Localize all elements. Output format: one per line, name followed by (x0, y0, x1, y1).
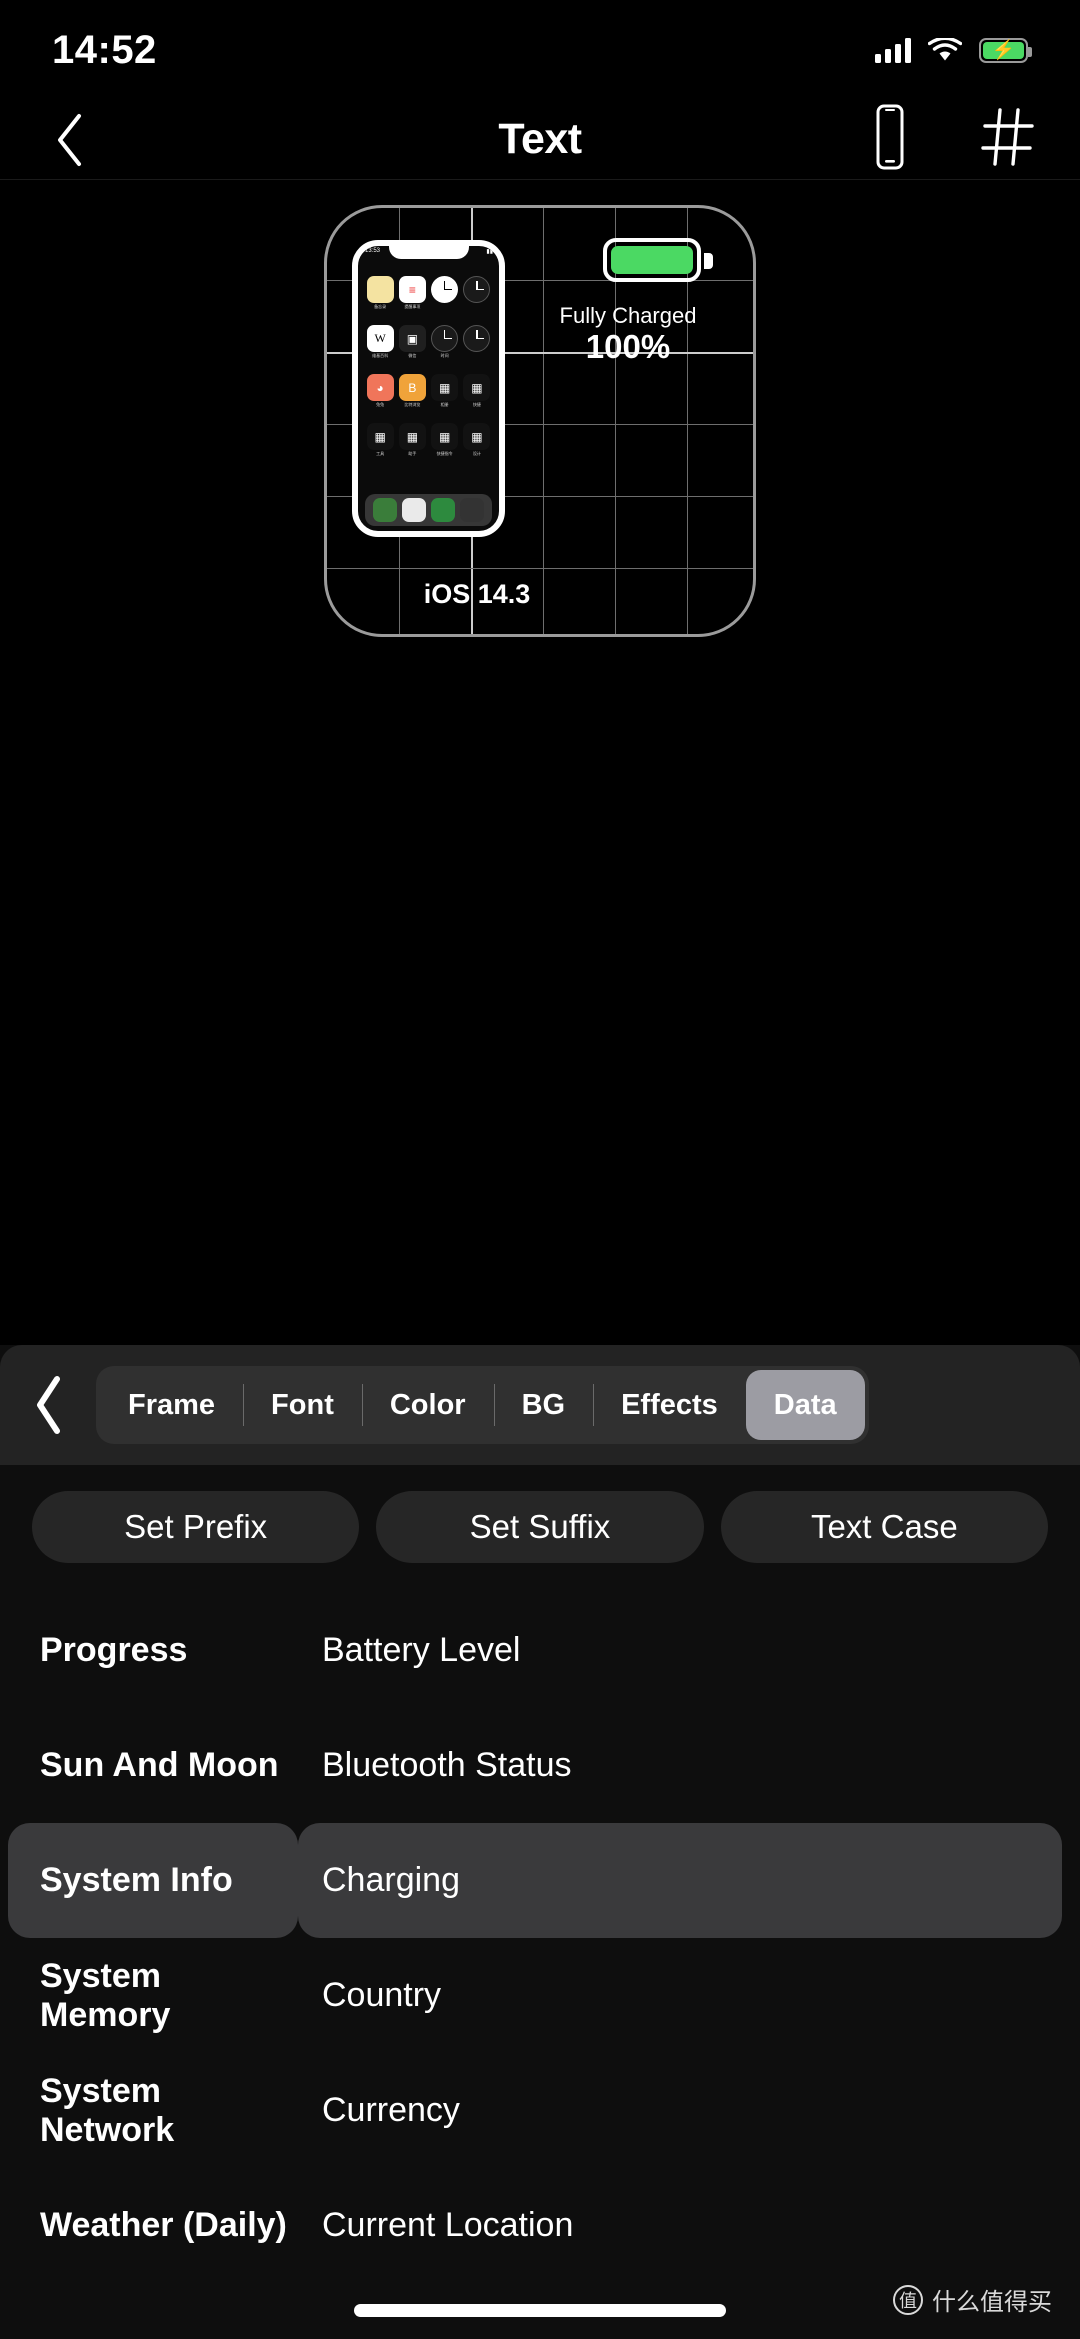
watermark-text: 什么值得买 (932, 2282, 1052, 2317)
home-indicator[interactable] (354, 2304, 726, 2317)
notch (389, 245, 469, 259)
tab-frame[interactable]: Frame (100, 1370, 243, 1440)
bolt-glyph: ⚡ (992, 41, 1016, 60)
data-item-weather-daily[interactable]: Weather (Daily) (8, 2168, 298, 2283)
data-source-list: Progress Battery Level Sun And Moon Blue… (0, 1593, 1080, 2283)
mock-dock (365, 494, 492, 526)
data-item-system-info[interactable]: System Info (8, 1823, 298, 1938)
watermark: 值 什么值得买 (893, 2282, 1052, 2317)
tab-bg[interactable]: BG (494, 1370, 594, 1440)
status-bar-indicators: ⚡ (875, 37, 1028, 63)
data-item-charging[interactable]: Charging (298, 1823, 1062, 1938)
widget-battery-tip (704, 253, 713, 269)
set-prefix-button[interactable]: Set Prefix (32, 1491, 359, 1563)
status-bar-time: 14:52 (52, 28, 157, 73)
table-row: System Network Currency (0, 2053, 1080, 2168)
table-row: System Memory Country (0, 1938, 1080, 2053)
data-item-system-network[interactable]: System Network (8, 2053, 298, 2168)
page-title: Text (0, 115, 1080, 164)
screen-root: 14:52 ⚡ Text (0, 0, 1080, 2339)
data-item-battery-level[interactable]: Battery Level (298, 1593, 1062, 1708)
chevron-left-icon (29, 1373, 67, 1437)
widget-preview-area: 13:53 ▮▮ 备忘录 ≡提醒事项 W维基百科 ▣微信 时间 ◕兔兔 B比特浏… (0, 185, 1080, 1345)
data-item-bluetooth-status[interactable]: Bluetooth Status (298, 1708, 1062, 1823)
cellular-bars-icon (875, 37, 911, 63)
data-item-currency[interactable]: Currency (298, 2053, 1062, 2168)
widget-percent-label: 100% (503, 328, 753, 366)
action-chips-row: Set Prefix Set Suffix Text Case (0, 1465, 1080, 1563)
widget-battery-icon (603, 238, 701, 282)
widget-os-label: iOS 14.3 (357, 579, 597, 610)
table-row: Weather (Daily) Current Location (0, 2168, 1080, 2283)
tab-data[interactable]: Data (746, 1370, 865, 1440)
mock-home-grid: 备忘录 ≡提醒事项 W维基百科 ▣微信 时间 ◕兔兔 B比特浏览 ▦相册 ▦快捷… (358, 272, 499, 531)
mock-status-time: 13:53 (365, 248, 380, 254)
data-item-system-memory[interactable]: System Memory (8, 1938, 298, 2053)
editor-tab-segment: Frame Font Color BG Effects Data (96, 1366, 869, 1444)
data-item-progress[interactable]: Progress (8, 1593, 298, 1708)
tab-effects[interactable]: Effects (593, 1370, 746, 1440)
battery-charging-icon: ⚡ (979, 38, 1028, 63)
grid-toggle-button[interactable] (980, 106, 1038, 173)
tab-font[interactable]: Font (243, 1370, 362, 1440)
text-case-button[interactable]: Text Case (721, 1491, 1048, 1563)
editor-panel: Frame Font Color BG Effects Data Set Pre… (0, 1345, 1080, 2339)
editor-toolbar: Frame Font Color BG Effects Data (0, 1345, 1080, 1465)
widget-status-label: Fully Charged (503, 303, 753, 329)
device-preview-button[interactable] (868, 103, 912, 176)
phone-frame-icon (868, 103, 912, 171)
data-item-country[interactable]: Country (298, 1938, 1062, 2053)
table-row: Progress Battery Level (0, 1593, 1080, 1708)
phone-screenshot-mock: 13:53 ▮▮ 备忘录 ≡提醒事项 W维基百科 ▣微信 时间 ◕兔兔 B比特浏… (352, 240, 505, 537)
watermark-logo-icon: 值 (893, 2285, 923, 2315)
table-row: Sun And Moon Bluetooth Status (0, 1708, 1080, 1823)
wifi-icon (928, 38, 962, 63)
mock-status-right: ▮▮ (486, 248, 493, 255)
widget-card[interactable]: 13:53 ▮▮ 备忘录 ≡提醒事项 W维基百科 ▣微信 时间 ◕兔兔 B比特浏… (324, 205, 756, 637)
tab-color[interactable]: Color (362, 1370, 494, 1440)
data-item-current-location[interactable]: Current Location (298, 2168, 1062, 2283)
data-item-sun-and-moon[interactable]: Sun And Moon (8, 1708, 298, 1823)
grid-hash-icon (980, 106, 1038, 168)
table-row: System Info Charging (0, 1823, 1080, 1938)
toolbar-back-button[interactable] (0, 1373, 96, 1437)
set-suffix-button[interactable]: Set Suffix (376, 1491, 703, 1563)
status-bar: 14:52 ⚡ (0, 0, 1080, 100)
navigation-bar: Text (0, 100, 1080, 180)
